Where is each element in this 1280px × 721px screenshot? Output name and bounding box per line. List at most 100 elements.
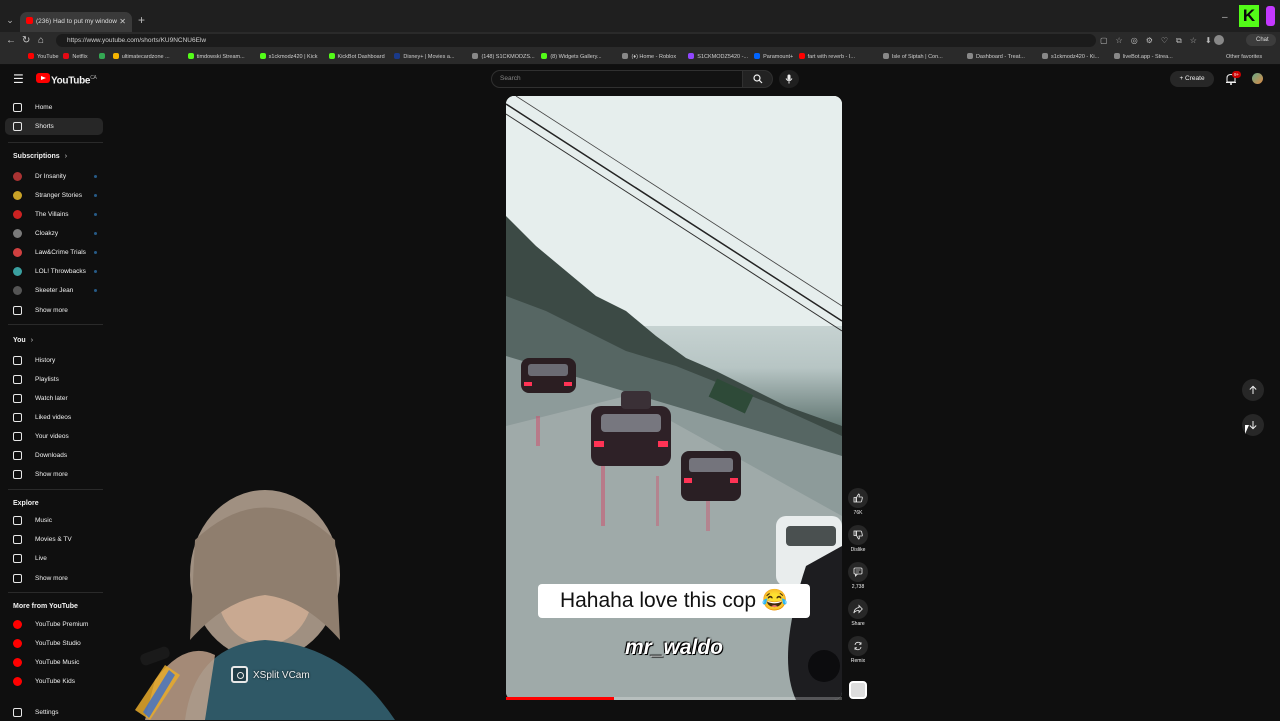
bookmark-label: s1ckmodz420 | Kick [268, 54, 318, 60]
dislike-button[interactable] [848, 525, 868, 545]
bookmark-favicon-icon [472, 53, 479, 59]
tab-close-icon[interactable]: ✕ [119, 12, 126, 32]
bookmark-item[interactable]: KickBot Dashboard [328, 49, 385, 65]
extension-icons[interactable]: ▢☆◎⚙♡⧉☆⬇ [1100, 34, 1220, 47]
subscription-channel[interactable]: Stranger Stories [5, 187, 103, 204]
sidebar-item-downloads[interactable]: Downloads [5, 447, 103, 464]
subscription-channel[interactable]: LOL! Throwbacks [5, 263, 103, 280]
bookmark-label: Dashboard - Treat... [975, 54, 1025, 60]
bookmark-item[interactable] [98, 49, 108, 65]
bookmark-item[interactable]: (148) S1CKMODZS... [472, 49, 535, 65]
subscription-channel[interactable]: Dr Insanity [5, 168, 103, 185]
bookmark-label: YouTube [37, 54, 59, 60]
bookmark-item[interactable]: Disney+ | Movies a... [394, 49, 455, 65]
back-icon[interactable]: ← [6, 34, 16, 47]
browser-tabstrip: ⌄ (236) Had to put my window ✕ + – K [0, 0, 1280, 32]
sidebar-item-youtube-premium[interactable]: YouTube Premium [5, 616, 103, 633]
you-heading[interactable]: You › [13, 335, 33, 347]
live-dot-icon [94, 194, 97, 197]
bookmark-item[interactable]: S1CKMODZ5420 -... [688, 49, 748, 65]
bookmark-item[interactable]: Paramount+ [754, 49, 793, 65]
tab-actions-icon[interactable]: ⌄ [4, 14, 16, 26]
arrow-down-icon [1249, 421, 1257, 430]
comment-count: 2,738 [851, 584, 865, 590]
video-progress-bar[interactable] [506, 697, 842, 700]
microphone-icon [785, 74, 793, 84]
bookmark-item[interactable]: s1ckmodz420 | Kick [259, 49, 318, 65]
chevron-down-icon [13, 470, 22, 479]
sidebar-item-label: Downloads [35, 452, 68, 459]
sidebar-item-youtube-music[interactable]: YouTube Music [5, 654, 103, 671]
other-favorites-folder[interactable]: Other favorites [1226, 49, 1262, 65]
bookmark-item[interactable]: YouTube [28, 49, 59, 65]
sound-source-thumbnail[interactable] [849, 681, 867, 699]
url-field[interactable]: https://www.youtube.com/shorts/KU9NCNU6E… [56, 34, 1096, 47]
bookmark-item[interactable]: (8) Widgets Gallery... [541, 49, 602, 65]
sidebar-item-movies-tv[interactable]: Movies & TV [5, 531, 103, 548]
sidebar-item-live[interactable]: Live [5, 550, 103, 567]
comments-button[interactable] [848, 562, 868, 582]
sidebar-item-settings[interactable]: Settings [5, 704, 103, 721]
search-input[interactable]: Search [491, 70, 743, 88]
bookmark-item[interactable]: Dashboard - Treat... [966, 49, 1025, 65]
sidebar-item-youtube-studio[interactable]: YouTube Studio [5, 635, 103, 652]
sidebar-item-youtube-kids[interactable]: YouTube Kids [5, 673, 103, 690]
sidebar-item-shorts[interactable]: Shorts [5, 118, 103, 135]
sidebar-item-playlists[interactable]: Playlists [5, 371, 103, 388]
voice-search-button[interactable] [779, 70, 799, 88]
new-tab-icon[interactable]: + [138, 14, 145, 26]
watch-later-icon [13, 394, 22, 403]
more-from-youtube-heading[interactable]: More from YouTube [13, 601, 78, 613]
sidebar-item-home[interactable]: Home [5, 99, 103, 116]
bookmark-label: (148) S1CKMODZS... [481, 54, 535, 60]
subscriptions-show-more[interactable]: Show more [5, 302, 103, 319]
you-show-more[interactable]: Show more [5, 466, 103, 483]
share-button[interactable] [848, 599, 868, 619]
remix-action[interactable]: Remix [848, 636, 868, 664]
bookmark-item[interactable]: timdowski Stream... [187, 49, 245, 65]
subscription-channel[interactable]: Law&Crime Trials [5, 244, 103, 261]
bookmark-item[interactable]: Isle of Siptah | Con... [882, 49, 943, 65]
bookmark-item[interactable]: ultimatecardzone ... [112, 49, 170, 65]
channel-avatar [13, 172, 22, 181]
youtube-logo-icon[interactable] [36, 73, 50, 83]
sidebar-item-label: Show more [35, 575, 68, 582]
home-button-icon[interactable]: ⌂ [38, 34, 44, 47]
sidebar-item-watch-later[interactable]: Watch later [5, 390, 103, 407]
reload-icon[interactable]: ↻ [22, 34, 30, 47]
subscription-channel[interactable]: Cloakzy [5, 225, 103, 242]
sidebar-item-your-videos[interactable]: Your videos [5, 428, 103, 445]
chat-button[interactable]: Chat [1246, 34, 1276, 46]
previous-short-button[interactable] [1242, 379, 1264, 401]
youtube-wordmark[interactable]: YouTubeCA [51, 73, 97, 86]
bookmark-favicon-icon [622, 53, 629, 59]
browser-tab-active[interactable]: (236) Had to put my window ✕ [20, 12, 132, 32]
subscription-channel[interactable]: Skeeter Jean [5, 282, 103, 299]
profile-avatar[interactable] [1214, 35, 1224, 45]
subscription-channel[interactable]: The Villains [5, 206, 103, 223]
dislike-action[interactable]: Dislike [848, 525, 868, 553]
share-action[interactable]: Share [848, 599, 868, 627]
sidebar-item-music[interactable]: Music [5, 512, 103, 529]
comments-action[interactable]: 2,738 [848, 562, 868, 590]
like-action[interactable]: 76K [848, 488, 868, 516]
subscriptions-heading[interactable]: Subscriptions › [13, 151, 67, 163]
bookmark-item[interactable]: (♦) Home - Roblox [622, 49, 676, 65]
create-button[interactable]: + Create [1170, 71, 1214, 87]
sidebar-item-liked-videos[interactable]: Liked videos [5, 409, 103, 426]
like-button[interactable] [848, 488, 868, 508]
explore-show-more[interactable]: Show more [5, 570, 103, 587]
channel-avatar [13, 248, 22, 257]
account-avatar[interactable] [1252, 73, 1263, 84]
bookmark-item[interactable]: liveBot.app - Strea... [1113, 49, 1173, 65]
remix-button[interactable] [848, 636, 868, 656]
bookmark-item[interactable]: Netflix [63, 49, 88, 65]
menu-icon[interactable]: ☰ [13, 72, 24, 86]
minimize-icon[interactable]: – [1222, 12, 1228, 23]
explore-heading[interactable]: Explore [13, 498, 39, 510]
sidebar-item-label: Music [35, 517, 52, 524]
bookmark-item[interactable]: fart with reverb - I... [798, 49, 855, 65]
bookmark-item[interactable]: s1ckmodz420 - Ki... [1041, 49, 1099, 65]
sidebar-item-history[interactable]: History [5, 352, 103, 369]
search-button[interactable] [743, 70, 773, 88]
